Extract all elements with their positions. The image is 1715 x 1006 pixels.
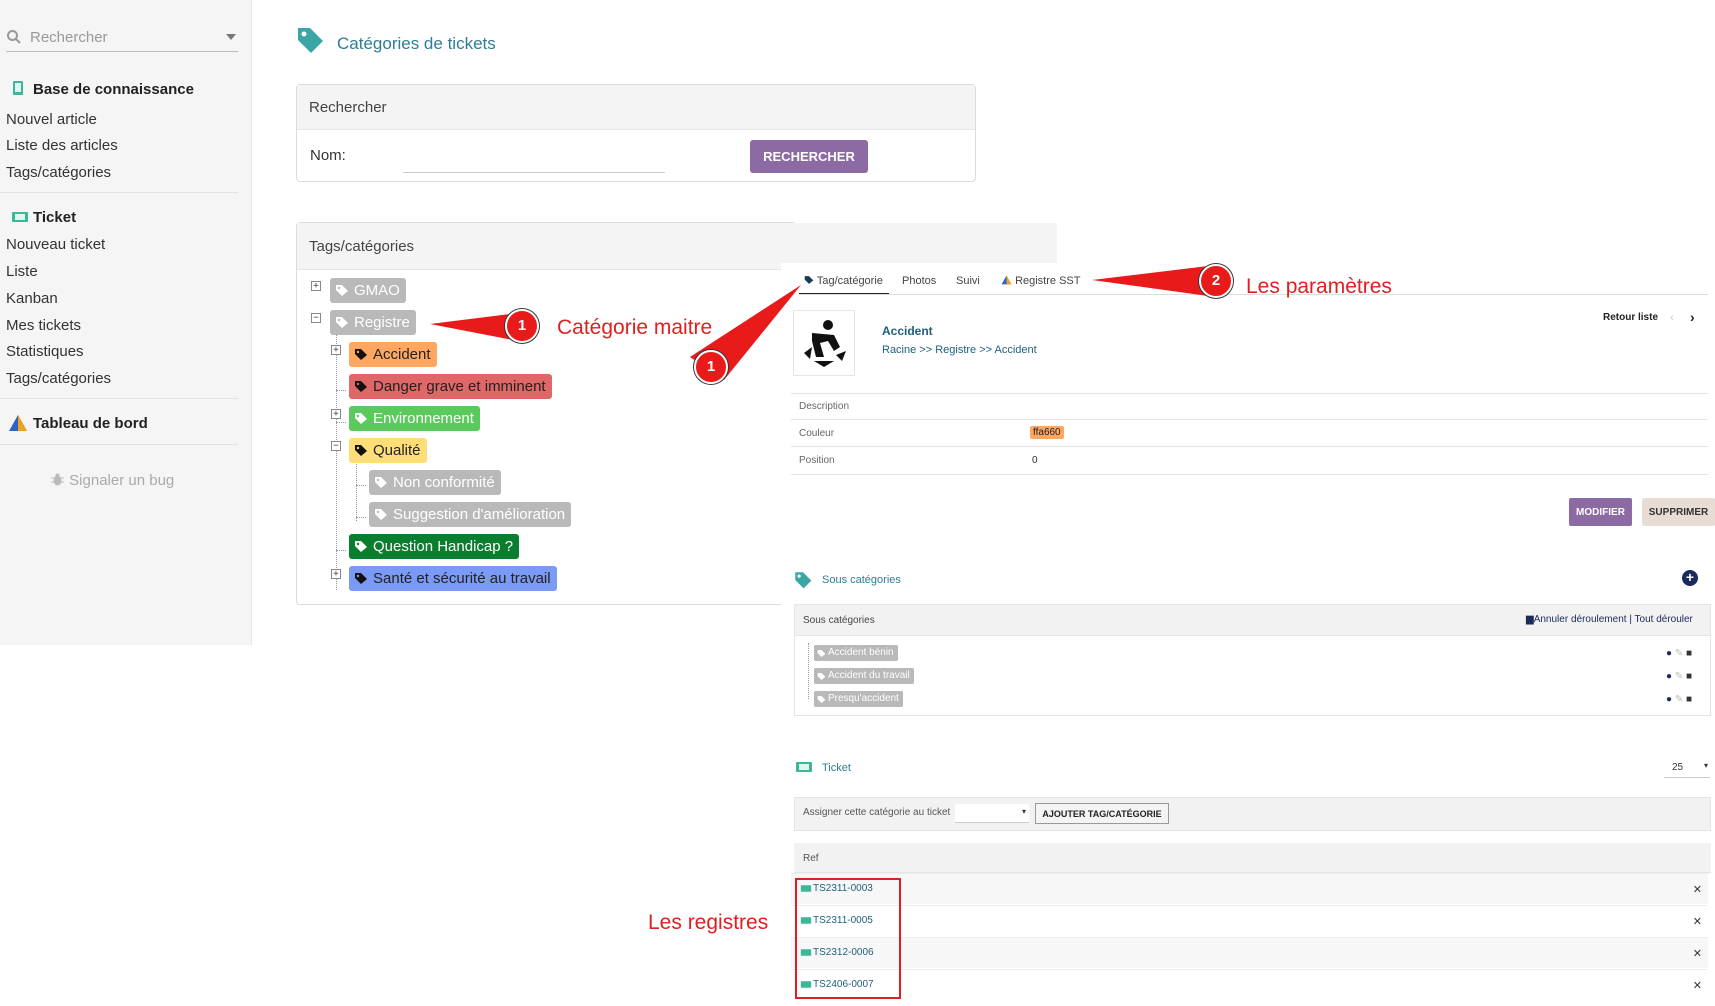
arrow-parametres bbox=[1092, 266, 1208, 296]
annotation-parametres: Les paramètres bbox=[1246, 275, 1392, 298]
annotation-badge-1: 1 bbox=[505, 309, 539, 343]
annotation-badge-2: 2 bbox=[1199, 264, 1233, 298]
annotation-badge-1b: 1 bbox=[694, 350, 728, 384]
annotation-arrows bbox=[430, 266, 1208, 380]
annotation-cat-maitre: Catégorie maitre bbox=[557, 316, 713, 339]
annotation-registres: Les registres bbox=[648, 911, 769, 934]
